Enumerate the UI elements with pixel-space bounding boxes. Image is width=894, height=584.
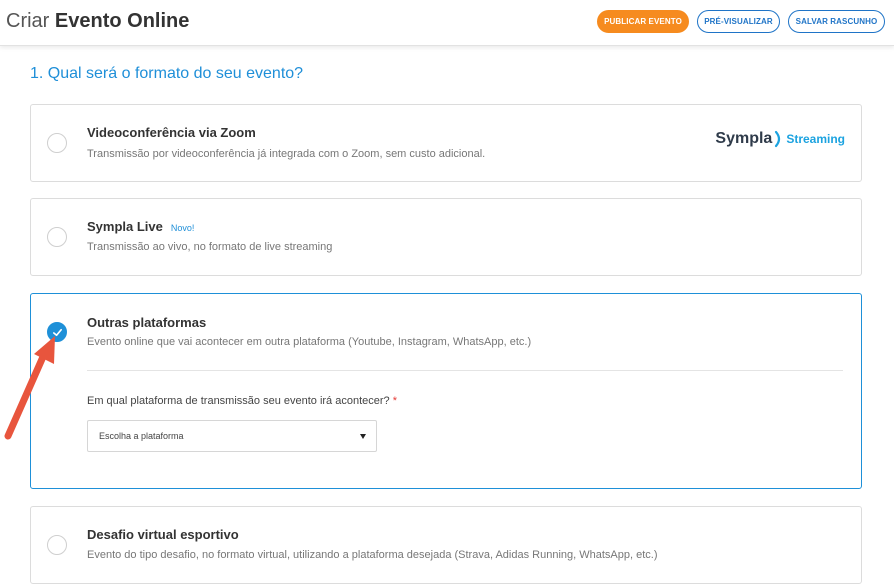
page-title-bold: Evento Online [54,10,190,32]
logo-product: Streaming [786,132,845,146]
page-title: Criar Evento Online [6,10,189,33]
main-content: 1. Qual será o formato do seu evento? Vi… [8,46,886,584]
option-title: Sympla Live [87,219,163,234]
caret-down-icon [360,434,366,439]
option-card-sympla-live[interactable]: Sympla Live Novo! Transmissão ao vivo, no… [30,198,862,276]
preview-button[interactable]: PRÉ-VISUALIZAR [697,10,780,33]
option-description: Evento do tipo desafio, no formato virtu… [87,549,658,561]
option-card-zoom[interactable]: Videoconferência via Zoom Transmissão po… [30,104,862,182]
new-badge: Novo! [170,223,195,233]
option-title-row: Sympla Live Novo! [87,219,194,234]
option-card-other-platforms[interactable]: Outras plataformas Evento online que vai… [30,293,862,489]
save-draft-button[interactable]: SALVAR RASCUNHO [788,10,885,33]
publish-event-button[interactable]: PUBLICAR EVENTO [597,10,689,33]
radio-zoom[interactable] [47,133,67,153]
option-title: Outras plataformas [87,315,207,330]
divider [87,370,843,371]
red-arrow-icon [4,336,55,440]
top-header: Criar Evento Online PUBLICAR EVENTO PRÉ-… [0,0,894,46]
option-description: Evento online que vai acontecer em outra… [87,336,532,348]
option-description: Transmissão por videoconferência já inte… [87,148,486,160]
section-title: 1. Qual será o formato do seu evento? [30,65,304,82]
radio-virtual-challenge[interactable] [47,535,67,555]
option-card-virtual-challenge[interactable]: Desafio virtual esportivo Evento do tipo… [30,506,862,584]
platform-select[interactable]: Escolha a plataforma [87,420,377,452]
platform-field-label-text: Em qual plataforma de transmissão seu ev… [87,395,390,407]
required-mark: * [392,395,398,407]
option-title: Desafio virtual esportivo [87,527,239,542]
option-description: Transmissão ao vivo, no formato de live … [87,241,333,253]
platform-select-value: Escolha a plataforma [99,431,184,441]
radio-sympla-live[interactable] [47,227,67,247]
platform-field-label: Em qual plataforma de transmissão seu ev… [87,395,397,407]
option-title: Videoconferência via Zoom [87,125,256,140]
sympla-streaming-logo: Sympla Streaming [715,129,845,149]
logo-brand: Sympla [715,130,773,147]
page-title-light: Criar [6,10,50,32]
stream-waves-icon [775,130,781,148]
